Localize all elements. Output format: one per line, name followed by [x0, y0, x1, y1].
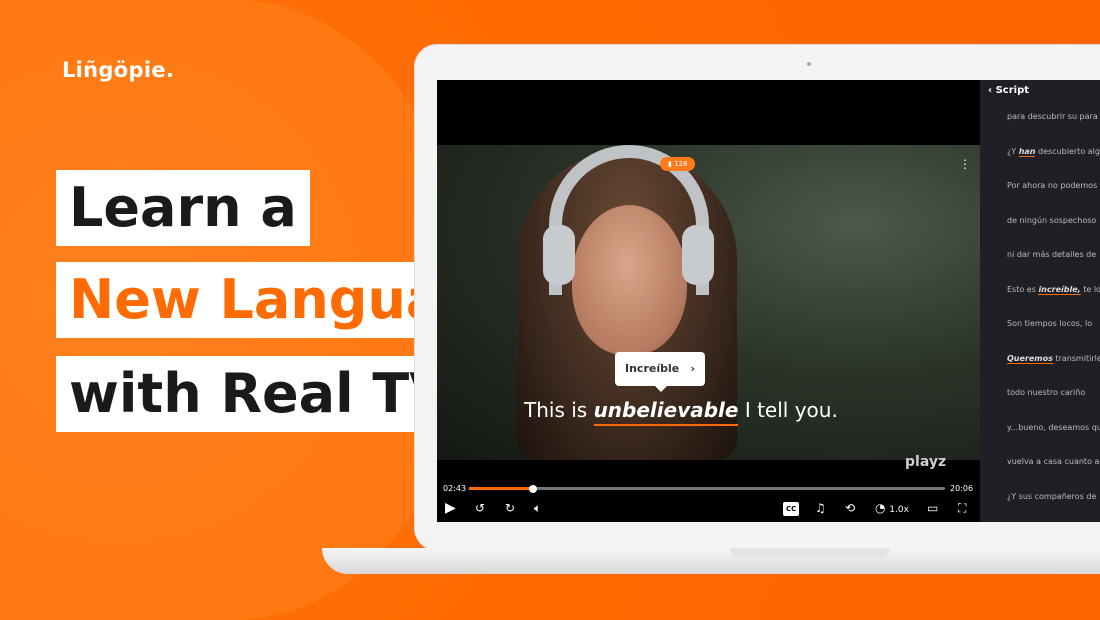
headphone-left	[543, 225, 575, 285]
script-line[interactable]: ¿Y sus compañeros de	[1007, 492, 1096, 501]
current-time: 02:43	[443, 484, 467, 493]
progress-bar[interactable]	[469, 484, 945, 493]
subtitle-text-end: I tell you.	[738, 398, 838, 422]
lingopie-logo: Liñgöpie.	[62, 58, 175, 82]
play-icon[interactable]: ▶	[445, 500, 456, 516]
channel-watermark: playz	[905, 454, 947, 470]
translation-word: Increíble	[625, 362, 680, 375]
script-line-text-end: transmitirle	[1052, 353, 1100, 363]
rewind-subtitle-icon[interactable]: ↺	[475, 500, 485, 516]
script-line[interactable]: vuelva a casa cuanto a	[1007, 457, 1099, 466]
speed-value: 1.0x	[889, 505, 909, 515]
script-line-text-end: descubierto alg	[1035, 146, 1100, 156]
script-title: Script	[995, 85, 1030, 96]
script-line[interactable]: ¿Y han descubierto alg	[1007, 146, 1100, 157]
script-line-text: Por ahora no podemos	[1007, 181, 1098, 190]
script-line-highlight[interactable]: han	[1018, 146, 1036, 157]
headphone-right	[682, 225, 714, 285]
subtitle-text: This is	[524, 398, 594, 422]
speed-icon[interactable]: ◔ 1.0x	[875, 500, 909, 518]
script-line-highlight[interactable]: increíble,	[1038, 284, 1081, 295]
script-line-text: ¿Y	[1007, 146, 1019, 156]
script-line[interactable]: para descubrir su para	[1007, 112, 1098, 121]
script-line[interactable]: Esto es increíble, te lo	[1007, 284, 1100, 295]
script-line[interactable]: Por ahora no podemos	[1007, 181, 1097, 190]
subtitle-highlight-word[interactable]: unbelievable	[593, 398, 739, 426]
progress-handle[interactable]	[529, 484, 538, 493]
script-line-text: vuelva a casa cuanto a	[1007, 457, 1100, 466]
script-line-text: ni dar más detalles de	[1007, 250, 1097, 259]
script-line-text-end: te lo	[1080, 284, 1100, 294]
script-line-text: Son tiempos locos, lo	[1007, 319, 1093, 328]
subtitle: This is unbelievable I tell you.	[524, 398, 838, 426]
script-line-text: todo nuestro cariño	[1007, 388, 1086, 397]
translation-tooltip[interactable]: Increíble ›	[615, 352, 705, 392]
laptop-camera	[807, 62, 811, 66]
chevron-right-icon: ›	[690, 362, 695, 375]
headline-line-1: Learn a	[56, 170, 310, 246]
script-panel: ‹ Script para descubrir su para ¿Y han de…	[980, 80, 1100, 522]
script-line-text: para descubrir su para	[1007, 112, 1098, 121]
video-player: ▮ 128 ⋮ Increíble › This is unbelievable …	[437, 80, 1100, 522]
script-line-text: Esto es	[1007, 284, 1039, 294]
script-line-text: de ningún sospechoso	[1007, 215, 1097, 225]
script-line[interactable]: de ningún sospechoso	[1007, 216, 1096, 225]
script-line-highlight[interactable]: Queremos	[1007, 353, 1053, 364]
kebab-icon[interactable]: ⋮	[959, 158, 971, 170]
forward-subtitle-icon[interactable]: ↻	[505, 500, 515, 516]
laptop-base	[322, 548, 1100, 574]
saved-words-badge[interactable]: ▮ 128	[660, 157, 696, 171]
saved-words-count: 128	[674, 160, 688, 168]
repeat-icon[interactable]: ⟲	[845, 500, 855, 516]
duration: 20:06	[950, 484, 974, 493]
volume-icon[interactable]: 🔈︎	[534, 500, 541, 516]
script-line[interactable]: Queremos transmitirle	[1007, 353, 1100, 364]
script-line[interactable]: Son tiempos locos, lo	[1007, 319, 1092, 328]
script-line-text: y...bueno, deseamos qu	[1007, 422, 1100, 432]
script-line-text: ¿Y sus compañeros de	[1007, 491, 1097, 501]
laptop-notch	[730, 548, 890, 558]
script-line[interactable]: todo nuestro cariño	[1007, 388, 1085, 397]
cc-button[interactable]: CC	[783, 502, 800, 516]
script-back-button[interactable]: ‹ Script	[988, 85, 1029, 96]
progress-fill	[469, 487, 534, 490]
script-line[interactable]: ni dar más detalles de	[1007, 250, 1096, 259]
headphones-icon[interactable]: ♫	[815, 500, 826, 516]
fullscreen-icon[interactable]: ⛶	[958, 500, 966, 516]
airplay-icon[interactable]: ▭	[927, 500, 938, 516]
script-line[interactable]: y...bueno, deseamos qu	[1007, 423, 1100, 432]
